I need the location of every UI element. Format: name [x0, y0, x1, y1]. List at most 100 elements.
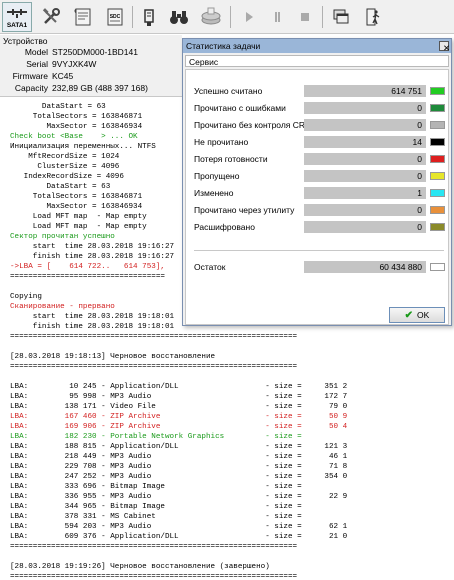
binoculars-button[interactable] [164, 2, 194, 32]
device-row-firmware: Firmware KC45 [0, 71, 182, 82]
stat-value: 614 751 [391, 86, 422, 96]
sata-port-button[interactable]: SATA1 [2, 2, 32, 32]
stat-row: Прочитано через утилиту 0 [186, 203, 450, 217]
console-line: start time 28.03.2018 19:16:27 [10, 243, 175, 251]
stat-label: Не прочитано [194, 137, 249, 147]
remainder-label: Остаток [194, 262, 226, 272]
stat-value: 0 [417, 154, 422, 164]
stat-label: Успешно считано [194, 86, 263, 96]
stat-color-swatch [430, 121, 445, 129]
stat-color-swatch [430, 155, 445, 163]
console-line: Load MFT map - Map empty [10, 223, 147, 231]
play-icon [246, 12, 253, 22]
ok-label: OK [417, 310, 430, 320]
console-line: ========================================… [10, 333, 298, 341]
console-line: LBA: 378 331 - MS Cabinet - size = [10, 513, 302, 521]
stat-label: Прочитано без контроля CRC [194, 120, 312, 130]
stat-label: Расшифровано [194, 222, 255, 232]
console-line: ========================================… [10, 363, 298, 371]
stat-value: 0 [417, 205, 422, 215]
console-line: finish time 28.03.2018 19:16:27 [10, 253, 175, 261]
device-key: Capacity [14, 83, 48, 93]
stat-row: Успешно считано 614 751 [186, 84, 450, 98]
remainder-color-swatch [430, 263, 445, 271]
adapter-button[interactable] [134, 2, 164, 32]
dialog-titlebar[interactable]: Статистика задачи ✕ [183, 39, 451, 53]
console-line: ================================== [10, 273, 165, 281]
toolbar: SATA1 SDC [0, 0, 454, 34]
device-row-serial: Serial 9VYJXK4W [0, 59, 182, 70]
windows-button[interactable] [326, 2, 356, 32]
console-line: TotalSectors = 163846871 [10, 113, 143, 121]
console-line: LBA: 169 906 - ZIP Archive - size = 50 4 [10, 423, 348, 431]
exit-icon [366, 8, 380, 26]
tools-button[interactable] [36, 2, 66, 32]
disk-stack-icon [201, 7, 221, 25]
map-scroll-icon [74, 8, 91, 26]
stat-color-swatch [430, 172, 445, 180]
stat-color-swatch [430, 189, 445, 197]
stat-row: Прочитано без контроля CRC 0 [186, 118, 450, 132]
binoculars-icon [170, 11, 188, 24]
stat-row: Расшифровано 0 [186, 220, 450, 234]
stat-color-swatch [430, 87, 445, 95]
device-value: 9VYJXK4W [52, 59, 97, 69]
info-card-button[interactable]: SDC [100, 2, 130, 32]
console-line: DataStart = 63 [10, 103, 106, 111]
device-info-panel: Устройство Model ST250DM000-1BD141 Seria… [0, 35, 182, 97]
close-button[interactable]: ✕ [439, 41, 451, 53]
checkmark-icon: ✔ [404, 309, 414, 321]
console-line: finish time 28.03.2018 19:18:01 [10, 323, 175, 331]
console-line: Check boot <Base > ... OK [10, 133, 138, 141]
console-line: LBA: 10 245 - Application/DLL - size = 3… [10, 383, 348, 391]
console-line: ========================================… [10, 573, 298, 580]
pause-button[interactable] [262, 2, 292, 32]
ok-button[interactable]: ✔ OK [389, 307, 445, 323]
stat-row: Пропущено 0 [186, 169, 450, 183]
stat-value: 0 [417, 171, 422, 181]
map-button[interactable] [68, 2, 98, 32]
console-line: Copying [10, 293, 42, 301]
console-line: start time 28.03.2018 19:18:01 [10, 313, 175, 321]
stat-label: Изменено [194, 188, 234, 198]
stat-label: Потеря готовности [194, 154, 268, 164]
console-line: LBA: 138 171 - Video File - size = 79 0 [10, 403, 348, 411]
stat-row: Прочитано с ошибками 0 [186, 101, 450, 115]
console-line: LBA: 218 449 - MP3 Audio - size = 46 1 [10, 453, 348, 461]
tools-icon [42, 8, 60, 24]
svg-text:SDC: SDC [110, 14, 121, 20]
console-line: LBA: 167 460 - ZIP Archive - size = 50 9 [10, 413, 348, 421]
device-panel-title: Устройство [3, 36, 48, 46]
console-line: LBA: 95 998 - MP3 Audio - size = 172 7 [10, 393, 348, 401]
console-line: [28.03.2018 19:19:26] Черновое восстанов… [10, 563, 270, 571]
stat-row: Изменено 1 [186, 186, 450, 200]
stat-value: 1 [417, 188, 422, 198]
pause-icon [275, 12, 280, 22]
stat-label: Пропущено [194, 171, 240, 181]
toolbar-separator [132, 6, 133, 28]
stat-label: Прочитано через утилиту [194, 205, 295, 215]
device-row-model: Model ST250DM000-1BD141 [0, 47, 182, 58]
play-button[interactable] [234, 2, 264, 32]
sata-port-label: SATA1 [7, 22, 28, 29]
disk-stack-button[interactable] [196, 2, 226, 32]
device-row-capacity: Capacity 232,89 GB (488 397 168) [0, 83, 182, 94]
console-line: LBA: 247 252 - MP3 Audio - size = 354 0 [10, 473, 348, 481]
console-line: DataStart = 63 [10, 183, 111, 191]
close-icon: ✕ [443, 43, 451, 53]
console-line: Сектор прочитан успешно [10, 233, 115, 241]
sata-port-icon: SATA1 [7, 9, 28, 29]
stat-color-swatch [430, 206, 445, 214]
stat-color-swatch [430, 138, 445, 146]
console-line: LBA: 229 708 - MP3 Audio - size = 71 8 [10, 463, 348, 471]
exit-button[interactable] [358, 2, 388, 32]
console-line: [28.03.2018 19:18:13] Черновое восстанов… [10, 353, 216, 361]
console-line: MaxSector = 163846934 [10, 203, 143, 211]
menu-item-service[interactable]: Сервис [189, 57, 218, 67]
console-line: TotalSectors = 163846871 [10, 193, 143, 201]
console-line: Инициализация переменных... NTFS [10, 143, 156, 151]
console-line: LBA: 182 230 - Portable Network Graphics… [10, 433, 302, 441]
device-value: KC45 [52, 71, 74, 81]
remainder-row: Остаток 60 434 880 [186, 260, 450, 274]
stop-button[interactable] [290, 2, 320, 32]
